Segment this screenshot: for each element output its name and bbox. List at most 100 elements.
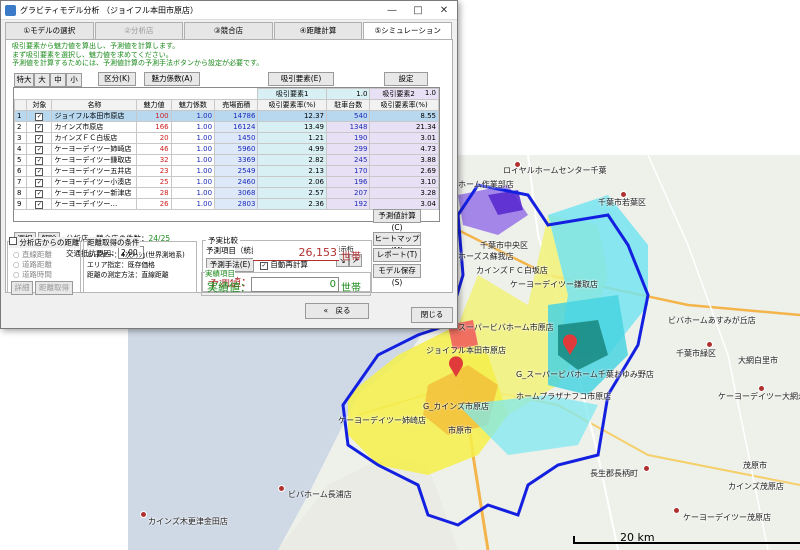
table-row[interactable]: 1 ✓ ジョイフル本田市原店 100 1.00 14786 12.37 540 8.55 <box>14 110 439 122</box>
cell-name: ケーヨーデイツー… <box>51 198 138 210</box>
table-row[interactable]: 9 ✓ ケーヨーデイツー… 26 1.00 2803 2.36 192 3.04 <box>14 198 439 210</box>
checkbox[interactable]: ✓ <box>35 178 44 187</box>
col-header: 吸引要素率(%) <box>257 99 327 111</box>
row-checkbox[interactable]: ✓ <box>26 143 53 155</box>
col-header: 対象 <box>26 99 53 111</box>
actual-value-input[interactable]: 0 <box>251 277 339 292</box>
map-label: 千葉市緑区 <box>676 349 716 358</box>
checkbox[interactable]: ✓ <box>35 156 44 165</box>
map-label: 大網白里市 <box>738 356 778 365</box>
tab-competitors[interactable]: ③競合店 <box>184 22 273 39</box>
condition-group-title: 距離取得の条件 <box>87 237 140 248</box>
cell-coef[interactable]: 1.00 <box>170 110 216 122</box>
table-row[interactable]: 7 ✓ ケーヨーデイツー小湊店 25 1.00 2460 2.06 196 3.10 <box>14 176 439 188</box>
size-m-button[interactable]: 中 <box>50 73 66 87</box>
cell-parking: 196 <box>325 176 371 188</box>
cell-rate1: 13.49 <box>257 121 327 133</box>
poi-marker <box>758 385 765 392</box>
actual-unit: 世帯 <box>341 283 361 294</box>
maximize-button[interactable]: □ <box>405 5 431 16</box>
close-button[interactable]: ✕ <box>431 5 457 16</box>
distance-checkbox[interactable] <box>9 237 17 245</box>
predicted-unit: 世帯 <box>341 252 361 263</box>
row-checkbox[interactable]: ✓ <box>26 198 53 210</box>
cell-parking: 299 <box>325 143 371 155</box>
checkbox[interactable]: ✓ <box>35 200 44 209</box>
auto-recalc-checkbox[interactable]: ✓ <box>260 262 268 270</box>
map-label: ケーヨーデイツー茂原店 <box>683 513 771 522</box>
close-dialog-button[interactable]: 閉じる <box>411 307 453 323</box>
checkbox[interactable]: ✓ <box>35 167 44 176</box>
row-checkbox[interactable]: ✓ <box>26 165 53 177</box>
table-row[interactable]: 8 ✓ ケーヨーデイツー新津店 28 1.00 3068 2.57 207 3.28 <box>14 187 439 199</box>
cell-coef[interactable]: 1.00 <box>170 176 216 188</box>
title-bar[interactable]: グラビティモデル分析 （ジョイフル本田市原店） — □ ✕ <box>1 1 457 20</box>
cell-area: 16124 <box>214 121 259 133</box>
division-button[interactable]: 区分(K) <box>98 72 136 86</box>
cell-coef[interactable]: 1.00 <box>170 143 216 155</box>
cell-area: 2460 <box>214 176 259 188</box>
col-header: 駐車台数 <box>325 99 371 111</box>
cell-coef[interactable]: 1.00 <box>170 154 216 166</box>
checkbox[interactable]: ✓ <box>35 123 44 132</box>
minimize-button[interactable]: — <box>379 5 405 16</box>
table-row[interactable]: 3 ✓ カインズＦＣ白坂店 20 1.00 1450 1.21 190 3.01 <box>14 132 439 144</box>
size-s-button[interactable]: 小 <box>66 73 82 87</box>
cell-coef[interactable]: 1.00 <box>170 198 216 210</box>
group-value-1[interactable]: 1.0 <box>325 88 371 100</box>
row-checkbox[interactable]: ✓ <box>26 176 53 188</box>
table-row[interactable]: 4 ✓ ケーヨーデイツー姉崎店 46 1.00 5960 4.99 299 4.73 <box>14 143 439 155</box>
tab-simulation[interactable]: ⑤シミュレーション <box>363 22 452 39</box>
map-label: 千葉市中央区 <box>480 241 528 250</box>
cell-rate1: 2.57 <box>257 187 327 199</box>
map-label: カインズ茂原店 <box>728 482 784 491</box>
settings-button[interactable]: 設定 <box>384 72 428 86</box>
row-checkbox[interactable]: ✓ <box>26 110 53 122</box>
table-row[interactable]: 6 ✓ ケーヨーデイツー五井店 23 1.00 2549 2.13 170 2.69 <box>14 165 439 177</box>
cell-rate1: 4.99 <box>257 143 327 155</box>
tab-analysis-store: ②分析店 <box>94 22 184 39</box>
table-row[interactable]: 2 ✓ カインズ市原店 166 1.00 16124 13.49 1348 21.34 <box>14 121 439 133</box>
save-model-button[interactable]: モデル保存(S) <box>373 264 421 287</box>
cell-coef[interactable]: 1.00 <box>170 187 216 199</box>
col-header: 魅力値 <box>136 99 172 111</box>
checkbox[interactable]: ✓ <box>35 112 44 121</box>
cell-attract: 32 <box>136 154 172 166</box>
cell-parking: 207 <box>325 187 371 199</box>
table-row[interactable]: 5 ✓ ケーヨーデイツー鎌取店 32 1.00 3369 2.82 245 3.88 <box>14 154 439 166</box>
cell-coef[interactable]: 1.00 <box>170 121 216 133</box>
cell-attract: 25 <box>136 176 172 188</box>
tab-distance-calc[interactable]: ④距離計算 <box>273 22 363 39</box>
row-checkbox[interactable]: ✓ <box>26 121 53 133</box>
checkbox[interactable]: ✓ <box>35 134 44 143</box>
attract-element-button[interactable]: 吸引要素(E) <box>268 72 334 86</box>
map-label: 千葉市若葉区 <box>598 198 646 207</box>
row-checkbox[interactable]: ✓ <box>26 154 53 166</box>
size-xl-button[interactable]: 特大 <box>14 73 34 87</box>
distance-recalc-button[interactable]: 距離取得 <box>35 281 73 295</box>
gravity-model-window: グラビティモデル分析 （ジョイフル本田市原店） — □ ✕ ①モデルの選択 ②分… <box>0 0 458 329</box>
calc-forecast-button[interactable]: 予測値計算(C) <box>373 209 421 232</box>
cell-parking: 190 <box>325 132 371 144</box>
checkbox[interactable]: ✓ <box>35 145 44 154</box>
cell-no: 5 <box>14 154 28 166</box>
cell-no: 7 <box>14 176 28 188</box>
row-checkbox[interactable]: ✓ <box>26 187 53 199</box>
store-grid[interactable]: 吸引要素1 1.0 吸引要素2 1.0 対象 名称 魅力値 魅力係数 売場面積 … <box>13 87 440 222</box>
row-checkbox[interactable]: ✓ <box>26 132 53 144</box>
group-header-1: 吸引要素1 <box>257 88 327 100</box>
back-button[interactable]: « 戻る <box>305 303 369 319</box>
distance-detail-button[interactable]: 詳細 <box>11 281 33 295</box>
checkbox[interactable]: ✓ <box>35 189 44 198</box>
cell-coef[interactable]: 1.00 <box>170 165 216 177</box>
distance-option-time[interactable]: ○ 道路時間 <box>13 269 52 280</box>
attraction-coef-button[interactable]: 魅力係数(A) <box>144 72 200 86</box>
cell-coef[interactable]: 1.00 <box>170 132 216 144</box>
distance-group-title[interactable]: 分析店からの距離 <box>9 237 80 248</box>
tab-model-select[interactable]: ①モデルの選択 <box>5 22 94 39</box>
heatmap-button[interactable]: ヒートマップ(M) <box>373 232 421 255</box>
report-button[interactable]: レポート(T) <box>373 248 421 262</box>
poi-marker <box>278 485 285 492</box>
size-l-button[interactable]: 大 <box>34 73 50 87</box>
map-label: G_カインズ市原店 <box>423 402 490 411</box>
